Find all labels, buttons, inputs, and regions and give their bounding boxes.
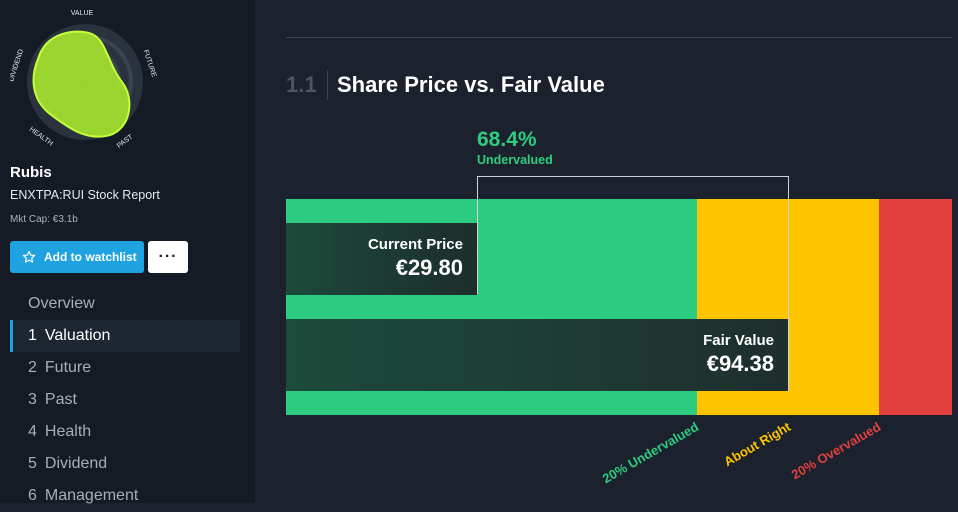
snowflake-label-future: FUTURE (142, 49, 158, 78)
watchlist-label: Add to watchlist (44, 250, 137, 264)
nav-item-number: 6 (28, 487, 37, 504)
current-price-text: Current Price €29.80 (368, 236, 463, 281)
undervalued-label: Undervalued (477, 153, 553, 167)
nav-item-dividend[interactable]: 5 Dividend (10, 448, 240, 480)
zone-label-about-right: About Right (720, 419, 793, 470)
nav-item-label: Overview (28, 295, 95, 312)
nav-item-number: 4 (28, 423, 37, 440)
snowflake-label-health: HEALTH (28, 126, 54, 148)
nav-item-label: Dividend (44, 455, 108, 472)
current-price-bar: Current Price €29.80 (286, 223, 477, 295)
nav-item-label: Past (44, 391, 77, 408)
nav-item-number: 1 (28, 327, 37, 344)
current-price-label: Current Price (367, 236, 463, 253)
fair-value-bar: Fair Value €94.38 (286, 319, 788, 391)
section-nav: Overview 1 Valuation 2 Future 3 Past 4 H… (10, 288, 240, 512)
discount-bracket-right (788, 176, 789, 391)
nav-item-number: 5 (28, 455, 37, 472)
nav-item-valuation[interactable]: 1 Valuation (10, 320, 240, 352)
undervalued-percentage: 68.4% (477, 128, 537, 151)
nav-item-management[interactable]: 6 Management (10, 480, 240, 512)
more-options-button[interactable]: ··· (148, 241, 188, 273)
fair-value-label: Fair Value (703, 332, 774, 349)
nav-item-label: Valuation (44, 327, 111, 344)
snowflake-chart: VALUE FUTURE PAST HEALTH DIVIDEND (10, 10, 158, 150)
discount-bracket-top (477, 176, 789, 177)
nav-item-future[interactable]: 2 Future (10, 352, 240, 384)
nav-item-label: Future (44, 359, 92, 376)
snowflake-label-dividend: DIVIDEND (10, 49, 25, 83)
divider (286, 37, 952, 38)
fair-value-value: €94.38 (706, 351, 774, 376)
nav-item-label: Health (44, 423, 92, 440)
overvalued-zone (879, 199, 952, 415)
snowflake-label-value: VALUE (71, 10, 94, 17)
nav-item-health[interactable]: 4 Health (10, 416, 240, 448)
zone-label-overvalued: 20% Overvalued (788, 419, 883, 483)
section-title: Share Price vs. Fair Value (337, 72, 605, 97)
company-name: Rubis (10, 164, 52, 181)
section-number: 1.1 (286, 72, 317, 97)
star-icon (22, 250, 36, 263)
fair-value-text: Fair Value €94.38 (703, 332, 774, 377)
nav-item-number: 2 (28, 359, 37, 376)
snowflake-label-past: PAST (116, 133, 135, 150)
nav-item-number: 3 (28, 391, 37, 408)
section-separator (327, 70, 328, 100)
zone-label-undervalued: 20% Undervalued (599, 419, 701, 487)
nav-item-overview[interactable]: Overview (10, 288, 240, 320)
stock-report-title: ENXTPA:RUI Stock Report (10, 188, 160, 202)
nav-item-past[interactable]: 3 Past (10, 384, 240, 416)
nav-item-label: Management (44, 487, 139, 504)
market-cap: Mkt Cap: €3.1b (10, 214, 78, 225)
sidebar: VALUE FUTURE PAST HEALTH DIVIDEND Rubis … (0, 0, 255, 504)
add-to-watchlist-button[interactable]: Add to watchlist (10, 241, 144, 273)
discount-bracket-left (477, 176, 478, 294)
current-price-value: €29.80 (395, 255, 463, 280)
